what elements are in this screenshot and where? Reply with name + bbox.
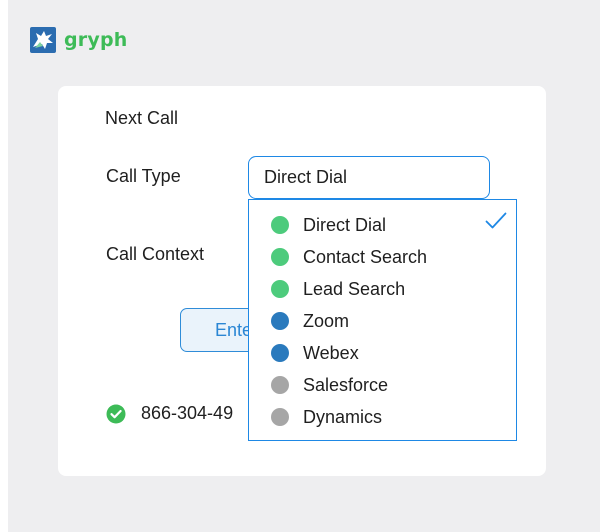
app-background: gryph Next Call Call Type Direct Dial Ca…	[8, 0, 600, 532]
status-dot	[271, 248, 289, 266]
option-zoom[interactable]: Zoom	[271, 309, 349, 333]
option-lead-search[interactable]: Lead Search	[271, 277, 405, 301]
option-label: Dynamics	[303, 406, 383, 427]
option-webex[interactable]: Webex	[271, 341, 359, 365]
brand-name: gryph	[64, 29, 128, 51]
status-dot	[271, 312, 289, 330]
section-title: Next Call	[105, 108, 179, 128]
gryphon-logo-icon	[30, 27, 56, 53]
phone-number: 866-304-49	[141, 403, 234, 423]
status-dot	[271, 376, 289, 394]
status-dot	[271, 408, 289, 426]
call-type-select[interactable]: Direct Dial	[248, 156, 490, 199]
option-label: Salesforce	[303, 374, 389, 395]
option-label: Zoom	[303, 310, 350, 331]
call-context-label: Call Context	[106, 244, 205, 264]
option-label: Webex	[303, 342, 359, 363]
status-dot	[271, 280, 289, 298]
phone-row: 866-304-49	[106, 403, 233, 424]
option-direct-dial[interactable]: Direct Dial	[271, 213, 386, 237]
option-label: Lead Search	[303, 278, 406, 299]
option-label: Contact Search	[303, 246, 428, 267]
call-type-label: Call Type	[106, 166, 181, 186]
status-dot	[271, 216, 289, 234]
call-type-value: Direct Dial	[264, 167, 348, 187]
call-type-dropdown: Direct Dial Contact Search Lead Search Z…	[248, 199, 517, 441]
status-dot	[271, 344, 289, 362]
option-contact-search[interactable]: Contact Search	[271, 245, 427, 269]
option-dynamics[interactable]: Dynamics	[271, 405, 382, 429]
option-salesforce[interactable]: Salesforce	[271, 373, 388, 397]
option-label: Direct Dial	[303, 214, 387, 235]
checkmark-icon	[485, 212, 507, 229]
check-circle-icon	[106, 404, 126, 423]
brand: gryph	[30, 26, 127, 54]
